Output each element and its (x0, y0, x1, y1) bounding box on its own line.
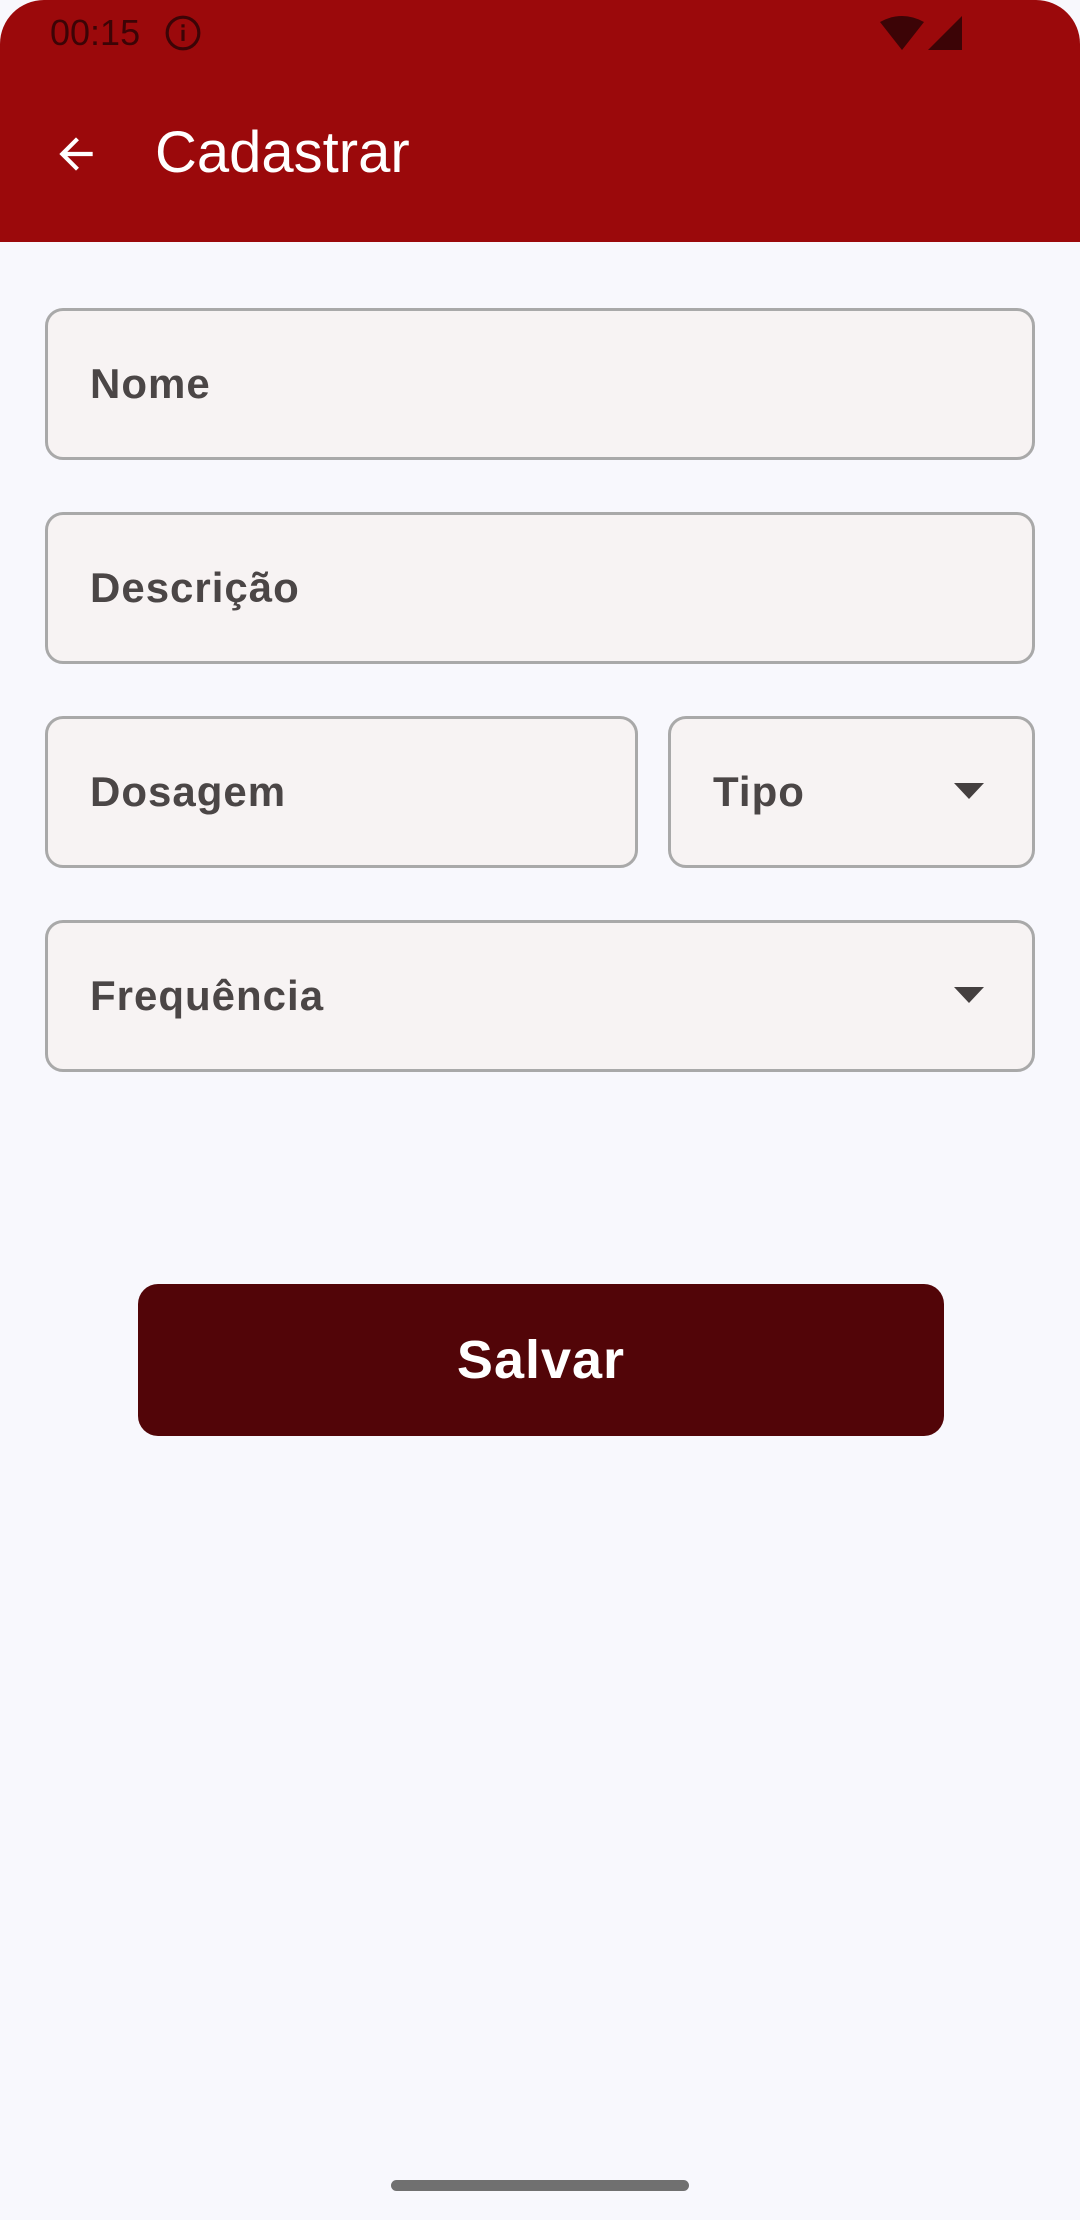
app-bar: 00:15 Cadastrar (0, 0, 1080, 242)
wifi-icon (880, 16, 924, 50)
arrow-back-icon (59, 137, 93, 171)
dropdown-arrow-icon (954, 783, 984, 799)
nome-label: Nome (90, 360, 211, 407)
frequencia-select[interactable]: Frequência (45, 920, 1035, 1072)
descricao-label: Descrição (90, 564, 300, 611)
status-bar: 00:15 (0, 0, 1080, 66)
page-title: Cadastrar (155, 120, 410, 185)
status-time: 00:15 (50, 12, 141, 53)
frequencia-label: Frequência (90, 972, 325, 1019)
dosagem-field[interactable]: Dosagem (45, 716, 638, 868)
save-button-label: Salvar (456, 1330, 626, 1390)
nome-field[interactable]: Nome (45, 308, 1035, 460)
info-icon (165, 15, 201, 51)
signal-icon (928, 16, 962, 50)
descricao-field[interactable]: Descrição (45, 512, 1035, 664)
tipo-label: Tipo (713, 768, 805, 815)
home-indicator[interactable] (391, 2180, 689, 2191)
back-button[interactable] (36, 114, 116, 194)
dosagem-label: Dosagem (90, 768, 287, 815)
save-button[interactable]: Salvar (138, 1284, 944, 1436)
dropdown-arrow-icon (954, 987, 984, 1003)
screen: 00:15 Cadastrar Nome Descrição Dosagem T… (0, 0, 1080, 2220)
tipo-select[interactable]: Tipo (668, 716, 1035, 868)
